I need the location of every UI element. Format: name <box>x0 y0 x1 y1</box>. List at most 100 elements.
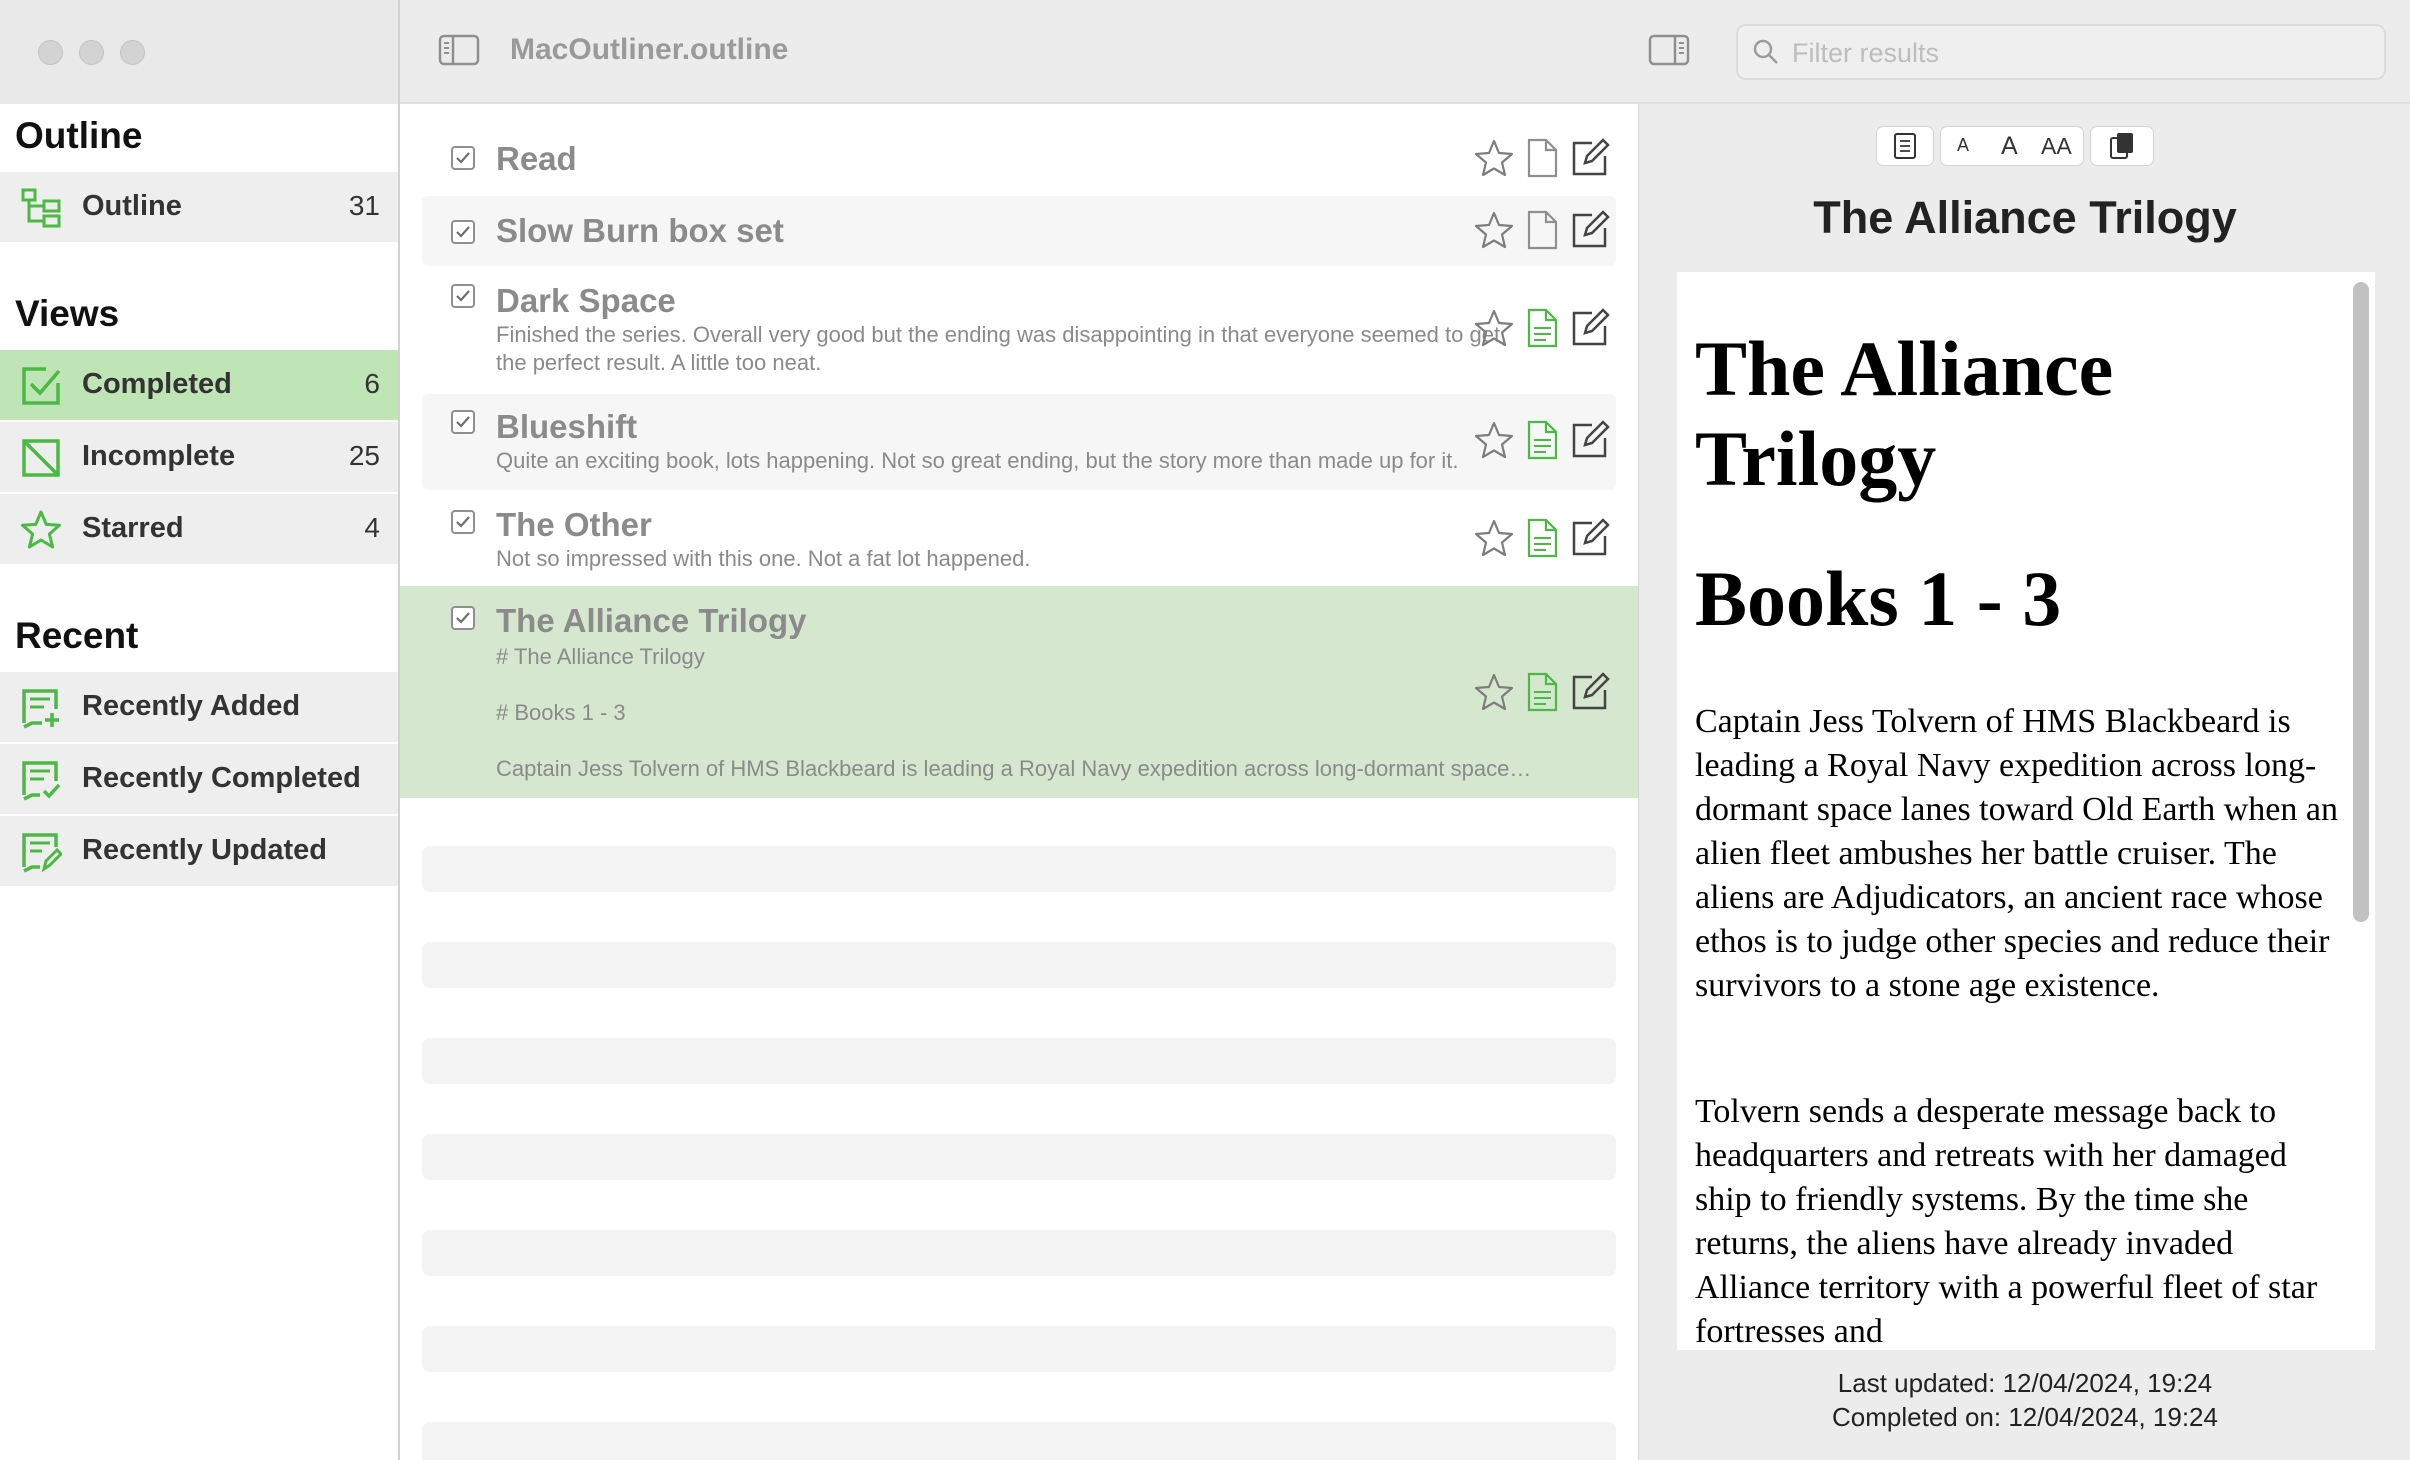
font-size-small-button[interactable]: A <box>1957 135 1969 156</box>
star-icon[interactable] <box>1474 420 1514 460</box>
search-field[interactable] <box>1736 24 2386 80</box>
document-icon[interactable] <box>1524 210 1560 250</box>
row-title: Blueshift <box>496 408 638 445</box>
section-header-views: Views <box>15 293 120 334</box>
checkbox-checked-icon[interactable] <box>451 220 475 244</box>
row-note: # Books 1 - 3 <box>496 700 626 725</box>
sidebar-item-outline[interactable]: Outline 31 <box>0 172 398 242</box>
preview-heading-2: Books 1 - 3 <box>1695 555 2062 642</box>
copy-button[interactable] <box>2090 126 2154 166</box>
checkbox-checked-icon[interactable] <box>451 606 475 630</box>
row-actions <box>1474 138 1614 182</box>
edit-icon[interactable] <box>1570 138 1610 178</box>
reader-mode-button[interactable] <box>1876 126 1934 166</box>
outline-list: Read Slow Burn box set Dark Space Finish… <box>400 104 1638 1460</box>
list-item[interactable]: The Other Not so impressed with this one… <box>422 494 1616 586</box>
row-note: Captain Jess Tolvern of HMS Blackbeard i… <box>496 756 1532 781</box>
star-icon[interactable] <box>1474 518 1514 558</box>
markdown-preview[interactable]: The Alliance Trilogy Books 1 - 3 Captain… <box>1677 272 2375 1350</box>
sidebar-item-label: Recently Completed <box>82 762 361 794</box>
search-icon <box>1753 39 1778 64</box>
list-item[interactable]: Read <box>422 128 1616 188</box>
sidebar-item-incomplete[interactable]: Incomplete 25 <box>0 422 398 492</box>
sidebar-item-label: Recently Updated <box>82 834 327 866</box>
checkbox-checked-icon <box>22 367 61 405</box>
inspector-title: The Alliance Trilogy <box>1813 192 2237 243</box>
close-button[interactable] <box>38 40 63 65</box>
document-lines-icon <box>1894 133 1916 159</box>
empty-row <box>422 1134 1616 1180</box>
sidebar-item-recently-updated[interactable]: Recently Updated <box>0 816 398 886</box>
row-title: The Alliance Trilogy <box>496 602 807 639</box>
completed-on-text: Completed on: 12/04/2024, 19:24 <box>1832 1402 2218 1432</box>
sidebar-item-recently-completed[interactable]: Recently Completed <box>0 744 398 814</box>
preview-scrollbar[interactable] <box>2353 282 2369 922</box>
edit-icon[interactable] <box>1570 210 1610 250</box>
preview-heading-1: The Alliance Trilogy <box>1695 325 2114 502</box>
edit-icon[interactable] <box>1570 518 1610 558</box>
checkbox-slashed-icon <box>22 439 60 477</box>
edit-icon[interactable] <box>1570 420 1610 460</box>
star-icon[interactable] <box>1474 210 1514 250</box>
document-icon[interactable] <box>1524 138 1560 178</box>
list-item-selected[interactable]: The Alliance Trilogy # The Alliance Tril… <box>400 586 1638 798</box>
note-document-icon[interactable] <box>1524 308 1560 348</box>
sidebar-item-label: Starred <box>82 512 184 544</box>
checkbox-checked-icon[interactable] <box>451 146 475 170</box>
sidebar-item-completed[interactable]: Completed 6 <box>0 350 398 420</box>
sidebar-item-count: 4 <box>364 512 380 543</box>
row-note: # The Alliance Trilogy <box>496 644 705 669</box>
row-actions <box>1474 672 1614 716</box>
last-updated-text: Last updated: 12/04/2024, 19:24 <box>1837 1368 2213 1398</box>
star-icon[interactable] <box>1474 138 1514 178</box>
row-title: Read <box>496 140 577 177</box>
sidebar-item-starred[interactable]: Starred 4 <box>0 494 398 564</box>
font-size-large-button[interactable]: AA <box>2041 133 2072 160</box>
checkbox-checked-icon[interactable] <box>451 284 475 308</box>
row-note: Not so impressed with this one. Not a fa… <box>496 546 1031 571</box>
star-icon[interactable] <box>1474 672 1514 712</box>
edit-icon[interactable] <box>1570 308 1610 348</box>
note-check-icon <box>22 761 61 801</box>
empty-row <box>422 1422 1616 1460</box>
font-size-medium-button[interactable]: A <box>2001 132 2018 161</box>
inspector-toggle-icon[interactable] <box>1648 34 1690 66</box>
search-input[interactable] <box>1790 35 2374 71</box>
edit-icon[interactable] <box>1570 672 1610 712</box>
row-note: Quite an exciting book, lots happening. … <box>496 448 1459 473</box>
row-title: Slow Burn box set <box>496 212 784 249</box>
checkbox-checked-icon[interactable] <box>451 510 475 534</box>
list-item[interactable]: Slow Burn box set <box>422 196 1616 266</box>
zoom-button[interactable] <box>120 40 145 65</box>
metadata: Last updated: 12/04/2024, 19:24 Complete… <box>1639 1366 2410 1434</box>
note-document-icon[interactable] <box>1524 420 1560 460</box>
minimize-button[interactable] <box>79 40 104 65</box>
sidebar-item-recently-added[interactable]: Recently Added <box>0 672 398 742</box>
sidebar: Outline Outline 31 Views Completed 6 Inc… <box>0 0 400 1460</box>
app-window: Outline Outline 31 Views Completed 6 Inc… <box>0 0 2410 1460</box>
note-document-icon[interactable] <box>1524 518 1560 558</box>
list-item[interactable]: Blueshift Quite an exciting book, lots h… <box>422 394 1616 490</box>
empty-row <box>422 942 1616 988</box>
document-title: MacOutliner.outline <box>510 33 789 66</box>
star-icon[interactable] <box>1474 308 1514 348</box>
empty-row <box>422 1230 1616 1276</box>
sidebar-item-label: Outline <box>82 190 182 222</box>
empty-row <box>422 1038 1616 1084</box>
empty-row <box>422 1326 1616 1372</box>
outline-tree-icon <box>21 188 61 228</box>
titlebar-controls <box>0 0 398 104</box>
empty-row <box>422 846 1616 892</box>
toolbar: MacOutliner.outline <box>400 0 2410 104</box>
sidebar-toggle-icon[interactable] <box>438 34 480 66</box>
note-plus-icon <box>22 689 59 729</box>
list-item[interactable]: Dark Space Finished the series. Overall … <box>422 272 1616 392</box>
font-size-control: A A AA <box>1940 126 2084 166</box>
row-title: The Other <box>496 506 652 543</box>
sidebar-item-count: 31 <box>348 190 380 221</box>
section-header-recent: Recent <box>15 615 139 656</box>
checkbox-checked-icon[interactable] <box>451 410 475 434</box>
note-document-icon[interactable] <box>1524 672 1560 712</box>
copy-icon <box>2110 133 2133 159</box>
row-actions <box>1474 210 1614 254</box>
